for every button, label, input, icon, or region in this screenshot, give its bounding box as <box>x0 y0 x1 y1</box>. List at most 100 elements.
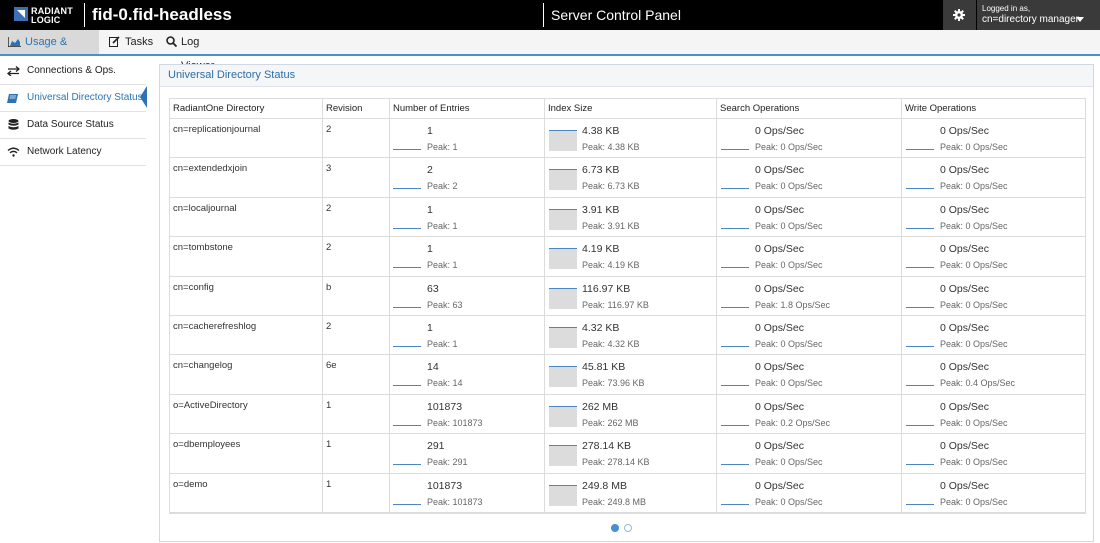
user-menu[interactable]: Logged in as, cn=directory manager <box>977 0 1100 30</box>
page-dot[interactable] <box>624 524 632 532</box>
index-size-trend <box>549 130 577 131</box>
entries-sparkline <box>393 503 421 505</box>
index-size-sparkline <box>549 406 577 427</box>
area-chart-icon <box>8 37 21 47</box>
page-dot-active[interactable] <box>611 524 619 532</box>
index-size-peak: Peak: 73.96 KB <box>582 378 645 389</box>
write-ops-sparkline <box>906 503 934 505</box>
search-ops-sparkline <box>721 503 749 505</box>
sidebar-item-universal-directory-status[interactable]: Universal Directory Status <box>0 85 146 112</box>
tab-usage-activity[interactable]: Usage & Activity <box>0 30 99 72</box>
column-header: Write Operations <box>902 99 1085 119</box>
write-ops-value: 0 Ops/Sec <box>940 282 990 295</box>
write-ops-value: 0 Ops/Sec <box>940 361 990 374</box>
write-ops-sparkline <box>906 306 934 308</box>
table-row: o=dbemployees 1 291 Peak: 291 278.14 KB Peak:… <box>170 434 1085 474</box>
search-ops-peak: Peak: 0 Ops/Sec <box>755 339 823 349</box>
write-ops-peak: Peak: 0 Ops/Sec <box>940 260 1008 271</box>
logo-mark-icon <box>14 7 28 21</box>
table-row: cn=extendedxjoin 3 2 Peak: 2 6.73 KB Peak: 6.… <box>170 158 1085 198</box>
column-header: Number of Entries <box>390 99 544 119</box>
database-icon <box>8 119 19 130</box>
index-size-peak: Peak: 249.8 MB <box>582 496 647 507</box>
sidebar-item-connections[interactable]: Connections & Ops. <box>0 58 146 85</box>
tab-tasks[interactable]: Tasks <box>106 30 156 54</box>
index-size-value: 4.19 KB <box>582 243 620 256</box>
entries-sparkline <box>393 424 421 426</box>
column-header: RadiantOne Directory <box>170 99 322 119</box>
write-ops-peak: Peak: 0 Ops/Sec <box>940 457 1008 468</box>
revision-value: 2 <box>326 321 332 332</box>
wifi-icon <box>7 147 20 157</box>
index-size-peak: Peak: 3.91 KB <box>582 220 640 231</box>
entries-sparkline <box>393 346 421 347</box>
entries-value: 101873 <box>427 479 463 492</box>
index-size-trend <box>549 287 577 289</box>
directory-name: o=dbemployees <box>173 439 241 451</box>
directory-name: o=ActiveDirectory <box>173 399 248 411</box>
write-ops-sparkline <box>906 464 934 466</box>
sidebar-item-data-source-status[interactable]: Data Source Status <box>0 112 146 139</box>
directory-name: cn=cacherefreshlog <box>173 321 257 332</box>
arrows-exchange-icon <box>7 66 20 76</box>
index-size-value: 3.91 KB <box>582 203 620 216</box>
settings-button[interactable] <box>943 0 976 30</box>
index-size-sparkline <box>549 249 577 270</box>
sidebar: Connections & Ops. Universal Directory S… <box>0 58 147 168</box>
index-size-peak: Peak: 4.38 KB <box>582 142 640 152</box>
index-size-value: 4.38 KB <box>582 125 620 137</box>
search-ops-sparkline <box>721 267 749 269</box>
revision-value: 1 <box>326 399 332 411</box>
search-ops-peak: Peak: 0 Ops/Sec <box>755 142 823 152</box>
revision-value: 6e <box>326 360 337 372</box>
sidebar-item-label: Connections & Ops. <box>27 65 116 76</box>
index-size-trend <box>549 405 577 407</box>
index-size-value: 45.81 KB <box>582 361 626 374</box>
entries-sparkline <box>393 464 421 466</box>
logo-text-line2: LOGIC <box>31 15 61 25</box>
index-size-sparkline <box>549 328 577 348</box>
search-icon <box>166 36 177 47</box>
column-header: Search Operations <box>717 99 901 119</box>
entries-peak: Peak: 2 <box>427 181 458 192</box>
table-row: o=ActiveDirectory 1 101873 Peak: 101873 262 … <box>170 395 1085 435</box>
sidebar-item-label: Data Source Status <box>27 119 114 130</box>
entries-value: 291 <box>427 440 445 453</box>
tab-log-viewer[interactable]: Log Viewer <box>164 30 234 72</box>
search-ops-peak: Peak: 0 Ops/Sec <box>755 181 823 192</box>
entries-value: 2 <box>427 164 433 177</box>
entries-value: 1 <box>427 322 433 334</box>
search-ops-peak: Peak: 0 Ops/Sec <box>755 220 823 231</box>
table-row: cn=cacherefreshlog 2 1 Peak: 1 4.32 KB Peak: … <box>170 316 1085 356</box>
search-ops-peak: Peak: 0 Ops/Sec <box>755 496 823 507</box>
write-ops-value: 0 Ops/Sec <box>940 400 990 413</box>
write-ops-value: 0 Ops/Sec <box>940 322 990 334</box>
main-nav: Usage & Activity Tasks Log Viewer <box>0 30 1100 72</box>
write-ops-sparkline <box>906 227 934 229</box>
book-icon <box>7 94 18 103</box>
hostname: fid-0.fid-headless <box>92 5 232 24</box>
index-size-trend <box>549 445 577 447</box>
index-size-trend <box>549 248 577 250</box>
write-ops-sparkline <box>906 149 934 150</box>
index-size-peak: Peak: 262 MB <box>582 417 639 428</box>
search-ops-value: 0 Ops/Sec <box>755 400 805 413</box>
entries-sparkline <box>393 385 421 387</box>
table-row: cn=replicationjournal 2 1 Peak: 1 4.38 KB Pea… <box>170 119 1085 159</box>
entries-sparkline <box>393 188 421 190</box>
entries-value: 1 <box>427 243 433 256</box>
write-ops-sparkline <box>906 188 934 190</box>
search-ops-peak: Peak: 0 Ops/Sec <box>755 457 823 468</box>
revision-value: 2 <box>326 124 332 135</box>
revision-value: 2 <box>326 242 332 254</box>
index-size-value: 262 MB <box>582 400 619 413</box>
search-ops-sparkline <box>721 464 749 466</box>
index-size-trend <box>549 208 577 210</box>
top-bar: RADIANT LOGIC fid-0.fid-headless Server … <box>0 0 1100 30</box>
sidebar-item-network-latency[interactable]: Network Latency <box>0 139 146 166</box>
revision-value: 1 <box>326 478 332 490</box>
index-size-peak: Peak: 4.19 KB <box>582 260 640 271</box>
entries-peak: Peak: 14 <box>427 378 463 389</box>
entries-sparkline <box>393 149 421 150</box>
index-size-sparkline <box>549 446 577 467</box>
